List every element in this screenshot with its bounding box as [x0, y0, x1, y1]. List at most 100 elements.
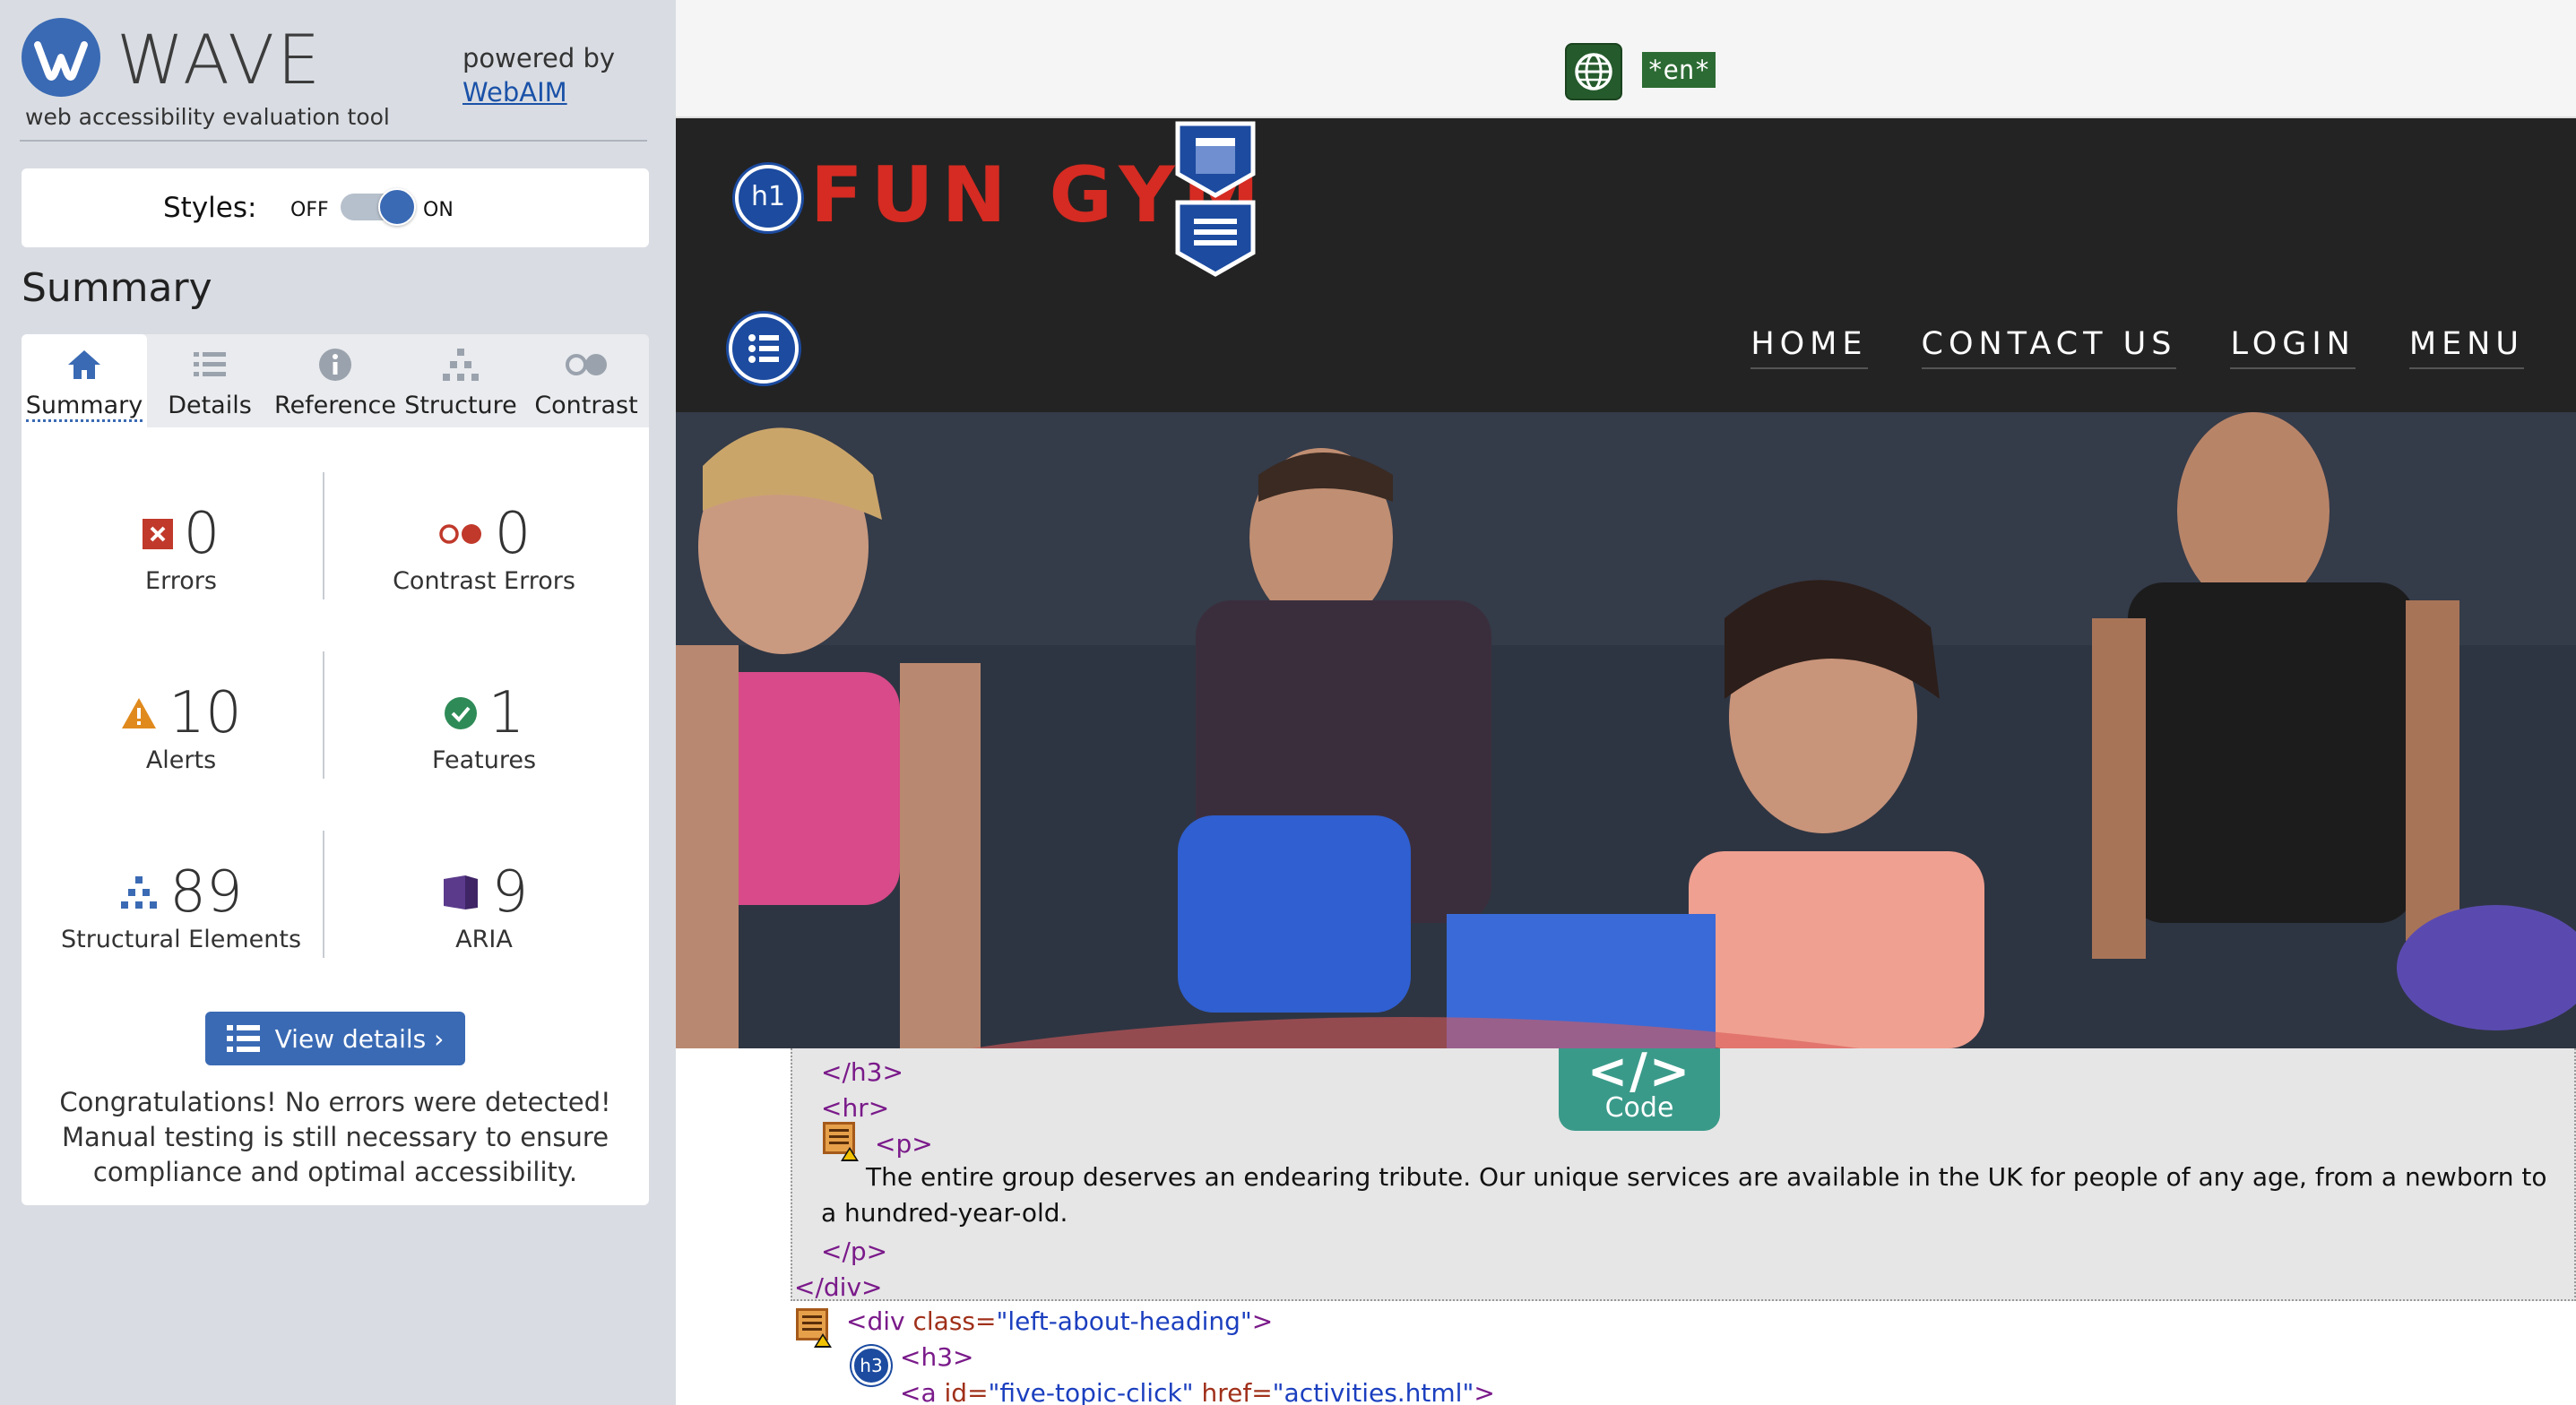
toggle-on-label: ON	[423, 199, 454, 221]
region-shield-icon[interactable]	[1174, 120, 1257, 199]
alerts-count: 10	[169, 680, 242, 746]
list-badge[interactable]	[729, 314, 799, 384]
tab-contrast[interactable]: Contrast	[523, 334, 649, 427]
code-close-div: </div>	[794, 1272, 883, 1302]
site-navbar: h1 FUN GYM HOME CONTACT US LOGIN MENU	[676, 118, 2576, 412]
aria-label: ARIA	[455, 926, 513, 953]
h3-badge[interactable]: h3	[851, 1346, 891, 1385]
tab-structure[interactable]: Structure	[398, 334, 523, 427]
hero-image	[676, 412, 2576, 1048]
main-nav: HOME CONTACT US LOGIN MENU	[1750, 326, 2524, 369]
contrast-icon	[566, 354, 607, 375]
contrast-errors-label: Contrast Errors	[393, 567, 575, 595]
website-preview: *en* h1 FUN GYM HOME CONTACT US LOGIN ME…	[676, 0, 2576, 1405]
code-panel: </h3> <hr> <p> The entire group deserves…	[676, 1043, 2576, 1405]
code-div-close: >	[1251, 1306, 1274, 1336]
contrast-errors-count: 0	[494, 501, 532, 567]
code-a-open: <a	[900, 1378, 937, 1405]
nav-contact-us[interactable]: CONTACT US	[1921, 326, 2177, 369]
wave-logo-icon[interactable]	[22, 18, 100, 97]
hero-photo	[676, 412, 2576, 1048]
features-count: 1	[488, 680, 525, 746]
structural-label: Structural Elements	[60, 926, 302, 953]
nav-home[interactable]: HOME	[1750, 326, 1868, 369]
tab-summary[interactable]: Summary	[22, 334, 147, 427]
alert-icon[interactable]	[796, 1308, 832, 1348]
styles-toggle-box: Styles: OFF ON	[22, 168, 649, 247]
code-hr: <hr>	[821, 1093, 890, 1123]
alerts-label: Alerts	[145, 746, 217, 774]
view-details-label: View details ›	[274, 1023, 445, 1054]
tab-reference[interactable]: Reference	[272, 334, 398, 427]
stat-alerts[interactable]: 10 Alerts	[38, 680, 324, 774]
styles-toggle[interactable]	[341, 188, 416, 226]
stat-features[interactable]: 1 Features	[341, 680, 627, 774]
code-a-href-val: "activities.html"	[1272, 1378, 1474, 1405]
structure-icon	[121, 876, 158, 909]
stat-errors[interactable]: 0 Errors	[38, 501, 324, 595]
toggle-knob[interactable]	[378, 188, 416, 226]
navigation-shield-icon[interactable]	[1174, 199, 1257, 278]
congrats-message: Congratulations! No errors were detected…	[59, 1087, 611, 1187]
code-close-h3: </h3>	[821, 1057, 903, 1087]
tab-label: Summary	[25, 392, 143, 422]
stat-aria[interactable]: 9 ARIA	[341, 859, 627, 953]
wave-tabs: Summary Details Reference Structure Cont…	[22, 334, 649, 427]
language-button[interactable]	[1565, 43, 1622, 100]
code-icon: </>	[1586, 1043, 1692, 1099]
wave-subtitle: web accessibility evaluation tool	[25, 104, 390, 130]
code-div-line: <div class="left-about-heading">	[846, 1306, 1273, 1336]
contrast-error-icon	[438, 524, 481, 544]
aria-icon	[443, 875, 478, 909]
code-a-close: >	[1474, 1378, 1495, 1405]
nav-login[interactable]: LOGIN	[2230, 326, 2356, 369]
code-open-p: <p>	[875, 1129, 933, 1159]
webaim-link[interactable]: WebAIM	[462, 75, 615, 109]
code-div-open: <div	[846, 1306, 905, 1336]
hierarchy-icon	[443, 349, 479, 381]
tab-details[interactable]: Details	[147, 334, 272, 427]
code-close-p: </p>	[821, 1237, 888, 1266]
stat-contrast-errors[interactable]: 0 Contrast Errors	[341, 501, 627, 595]
code-a-line: <a id="five-topic-click" href="activitie…	[900, 1378, 1495, 1405]
code-a-href-attr: href=	[1201, 1378, 1273, 1405]
h1-badge[interactable]: h1	[735, 165, 801, 231]
tab-label: Structure	[404, 392, 517, 419]
wave-title: WAVE	[117, 20, 324, 99]
code-div-attr: class=	[912, 1306, 997, 1336]
wave-sidebar: WAVE web accessibility evaluation tool p…	[0, 0, 676, 1405]
info-icon	[319, 349, 351, 381]
code-toggle-tab[interactable]: </> Code	[1559, 1043, 1720, 1131]
stat-structural-elements[interactable]: 89 Structural Elements	[38, 859, 324, 953]
view-details-button[interactable]: View details ›	[205, 1012, 465, 1065]
powered-by-text: powered by	[462, 43, 616, 73]
feature-icon	[444, 697, 477, 729]
wave-header: WAVE web accessibility evaluation tool p…	[20, 14, 647, 142]
structural-count: 89	[169, 859, 243, 926]
toggle-off-label: OFF	[290, 199, 329, 221]
summary-panel: 0 Errors 0 Contrast Errors 10 Alerts 1 F…	[22, 427, 649, 1205]
error-icon	[142, 519, 173, 549]
code-div-val: "left-about-heading"	[996, 1306, 1252, 1336]
globe-icon	[1575, 53, 1612, 91]
list-icon	[226, 1025, 260, 1052]
tab-label: Details	[168, 392, 252, 419]
code-a-id-attr: id=	[944, 1378, 989, 1405]
styles-label: Styles:	[163, 192, 257, 224]
alert-icon[interactable]	[823, 1122, 859, 1161]
nav-menu[interactable]: MENU	[2408, 326, 2524, 369]
features-label: Features	[431, 746, 537, 774]
tab-label: Contrast	[534, 392, 638, 419]
summary-heading: Summary	[22, 265, 212, 311]
list-icon	[194, 352, 226, 376]
errors-label: Errors	[145, 567, 217, 595]
powered-by: powered by WebAIM	[462, 41, 615, 109]
code-tab-label: Code	[1604, 1092, 1674, 1124]
alert-icon	[122, 698, 157, 728]
code-open-h3: <h3>	[900, 1342, 974, 1372]
aria-count: 9	[491, 859, 529, 926]
tab-label: Reference	[274, 392, 396, 419]
home-icon	[68, 350, 100, 379]
language-tag: *en*	[1642, 52, 1716, 88]
list-icon	[748, 334, 779, 363]
